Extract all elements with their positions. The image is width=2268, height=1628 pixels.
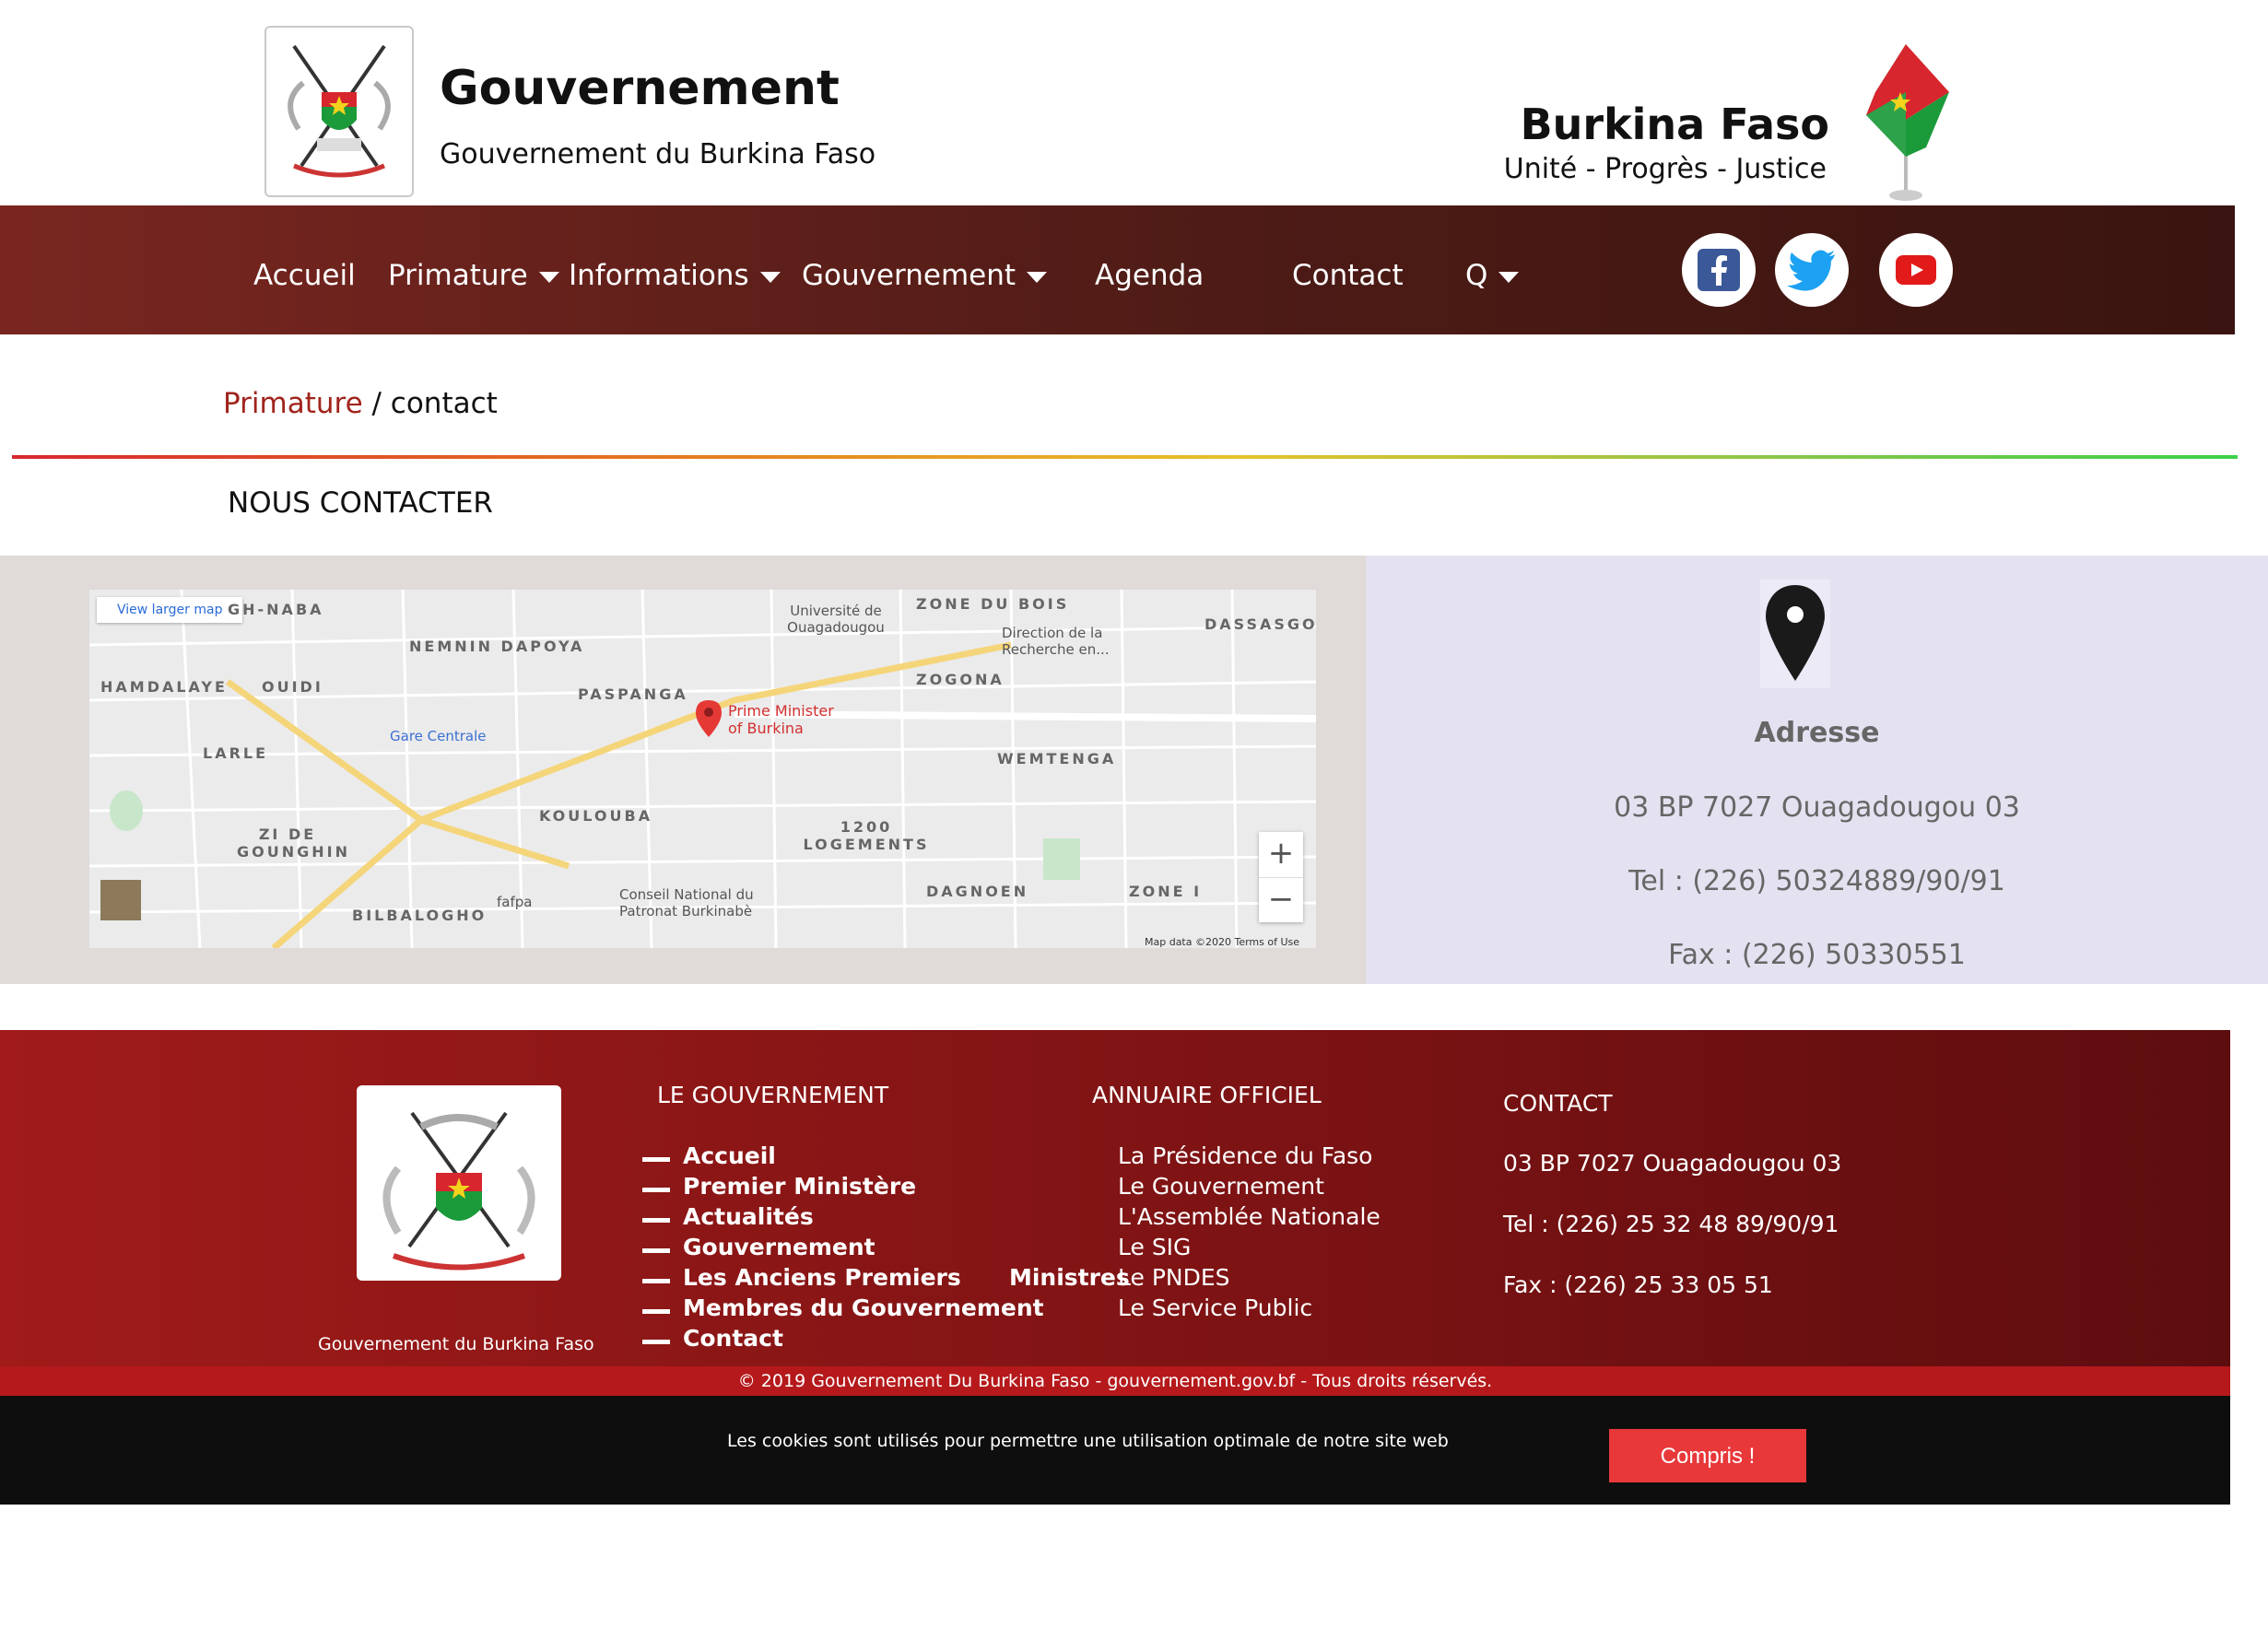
nav-agenda[interactable]: Agenda [1095,259,1204,292]
map-label: BILBALOGHO [352,907,488,924]
location-pin-icon [1760,580,1830,692]
map-credit: Map data ©2020 Terms of Use [1145,936,1300,948]
map-label: OUIDI [262,678,323,696]
footer-link-gouvernement[interactable]: Gouvernement [683,1234,875,1260]
map-label: DAGNOEN [926,883,1029,900]
main-navigation: Accueil Primature Informations Gouvernem… [0,205,2235,334]
site-subtitle: Gouvernement du Burkina Faso [440,138,876,170]
zoom-out-button[interactable]: − [1259,878,1303,923]
dash-icon [642,1218,670,1223]
caret-down-icon [759,271,781,283]
cookie-text: Les cookies sont utilisés pour permettre… [727,1431,1449,1451]
footer-link-membres[interactable]: Membres du Gouvernement [683,1294,1044,1321]
twitter-icon[interactable] [1775,233,1849,307]
map-label: ZONE DU BOIS [916,595,1070,613]
map-label: NEMNIN DAPOYA [409,638,585,655]
breadcrumb-link-primature[interactable]: Primature [223,387,363,420]
map-poi[interactable]: Université de Ouagadougou [785,603,887,636]
map-poi[interactable]: Gare Centrale [390,728,487,744]
footer-link-premier-ministere[interactable]: Premier Ministère [683,1173,916,1200]
zoom-in-button[interactable]: + [1259,832,1303,878]
footer-link-sig[interactable]: Le SIG [1118,1234,1191,1260]
caret-down-icon [1498,271,1520,283]
map-poi[interactable]: Conseil National du Patronat Burkinabè [619,886,767,919]
dash-icon [642,1279,670,1283]
map-panel: View larger map GH-NABA NEMNIN DAPOYA HA… [0,556,1366,984]
footer-link-service-public[interactable]: Le Service Public [1118,1294,1312,1321]
caret-down-icon [1027,271,1048,283]
footer-link-actualites[interactable]: Actualités [683,1203,814,1230]
view-larger-map-link[interactable]: View larger map [97,597,243,623]
footer-link-accueil[interactable]: Accueil [683,1142,776,1169]
footer-contact-phone: Tel : (226) 25 32 48 89/90/91 [1503,1211,1839,1237]
dash-icon [642,1248,670,1253]
footer: Gouvernement du Burkina Faso LE GOUVERNE… [0,1030,2230,1366]
breadcrumb: Primature / contact [223,387,498,420]
map-poi[interactable]: Direction de la Recherche en... [1002,625,1131,658]
map-label: ZOGONA [916,671,1005,688]
map-label: LARLE [203,744,269,762]
caret-down-icon [538,271,559,283]
footer-link-assemblee[interactable]: L'Assemblée Nationale [1118,1203,1381,1230]
country-name: Burkina Faso [1520,100,1829,149]
coat-of-arms-logo[interactable] [264,26,414,197]
dash-icon [642,1309,670,1314]
breadcrumb-separator: / [362,387,391,420]
address-panel: Adresse 03 BP 7027 Ouagadougou 03 Tel : … [1366,556,2268,984]
map-label: ZONE I [1129,883,1203,900]
footer-coat-of-arms-logo [357,1085,561,1281]
map-label: KOULOUBA [539,807,653,825]
embedded-map[interactable]: View larger map GH-NABA NEMNIN DAPOYA HA… [89,590,1316,948]
country-motto: Unité - Progrès - Justice [1503,153,1827,185]
map-label: PASPANGA [578,685,688,703]
cookie-banner: Les cookies sont utilisés pour permettre… [0,1396,2230,1505]
footer-link-anciens-premiers-ministres[interactable]: Les Anciens Premiers Ministres [683,1264,1130,1291]
dash-icon [642,1188,670,1192]
nav-primature[interactable]: Primature [388,259,559,292]
flag-icon [1862,37,1949,203]
dash-icon [642,1157,670,1162]
facebook-icon[interactable] [1682,233,1756,307]
nav-contact[interactable]: Contact [1292,259,1404,292]
footer-gov-title: LE GOUVERNEMENT [657,1082,889,1108]
map-label: DASSASGO [1205,615,1316,633]
nav-gouvernement[interactable]: Gouvernement [802,259,1048,292]
footer-link-contact[interactable]: Contact [683,1325,783,1352]
address-heading: Adresse [1754,717,1880,749]
nav-informations[interactable]: Informations [569,259,781,292]
map-label: HAMDALAYE [100,678,228,696]
map-label: WEMTENGA [997,750,1117,767]
nav-accueil[interactable]: Accueil [253,259,356,292]
footer-contact-fax: Fax : (226) 25 33 05 51 [1503,1271,1773,1298]
footer-contact-address: 03 BP 7027 Ouagadougou 03 [1503,1150,1842,1177]
footer-link-presidence[interactable]: La Présidence du Faso [1118,1142,1372,1169]
address-fax: Fax : (226) 50330551 [1668,939,1966,971]
nav-search[interactable]: Q [1465,259,1520,292]
footer-contact-title: CONTACT [1503,1090,1613,1117]
youtube-icon[interactable] [1879,233,1953,307]
site-title[interactable]: Gouvernement [440,61,840,116]
gradient-divider [12,455,2238,459]
footer-annuaire-title: ANNUAIRE OFFICIEL [1092,1082,1322,1108]
map-label: 1200 LOGEMENTS [803,818,930,853]
address-phone: Tel : (226) 50324889/90/91 [1628,865,2005,897]
page-title: NOUS CONTACTER [228,486,493,520]
breadcrumb-current: contact [390,387,498,420]
copyright-bar: © 2019 Gouvernement Du Burkina Faso - go… [0,1366,2230,1396]
footer-link-pndes[interactable]: Le PNDES [1118,1264,1230,1291]
footer-link-le-gouvernement[interactable]: Le Gouvernement [1118,1173,1324,1200]
map-label: GH-NABA [228,601,324,618]
footer-caption: Gouvernement du Burkina Faso [318,1334,594,1354]
map-poi[interactable]: fafpa [497,894,532,910]
address-line: 03 BP 7027 Ouagadougou 03 [1614,791,2020,824]
map-zoom-control: + − [1259,832,1303,922]
map-label: ZI DE GOUNGHIN [237,826,350,861]
dash-icon [642,1340,670,1344]
cookie-accept-button[interactable]: Compris ! [1609,1429,1806,1482]
map-marker-label[interactable]: Prime Minister of Burkina [728,702,839,737]
